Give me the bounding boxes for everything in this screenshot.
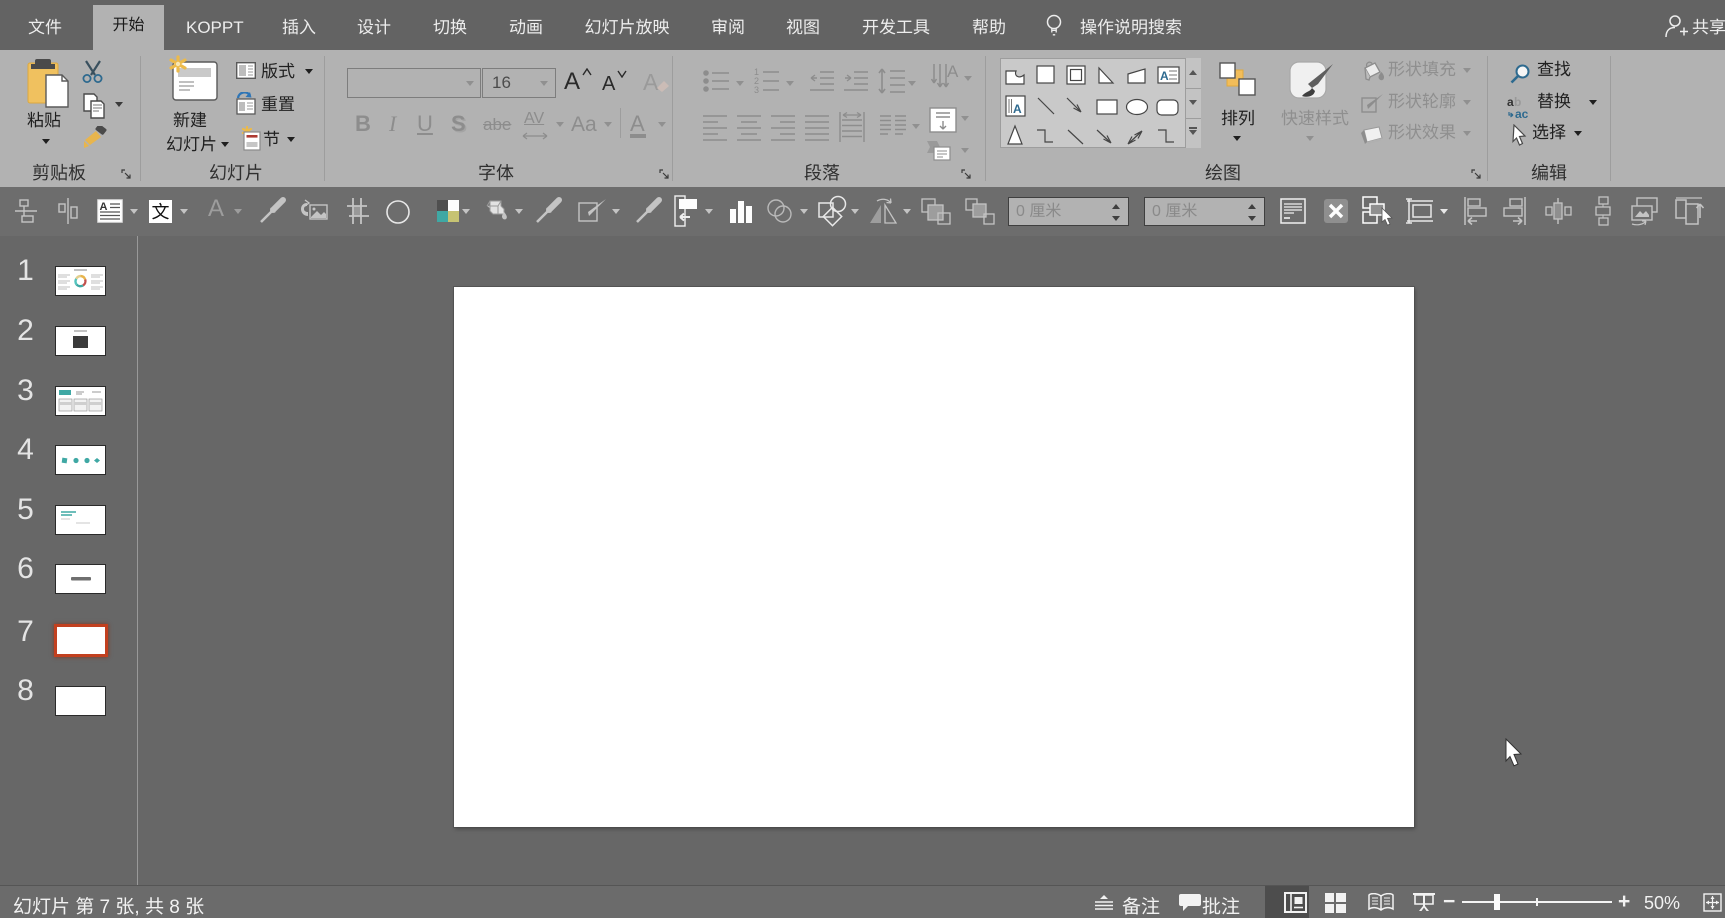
svg-text:A: A <box>1160 69 1169 83</box>
svg-text:3: 3 <box>754 85 759 95</box>
svg-text:A: A <box>100 201 108 213</box>
svg-text:A: A <box>1013 102 1022 116</box>
svg-text:ac: ac <box>1515 107 1529 121</box>
svg-text:a: a <box>1507 95 1514 109</box>
svg-text:A: A <box>947 63 959 81</box>
